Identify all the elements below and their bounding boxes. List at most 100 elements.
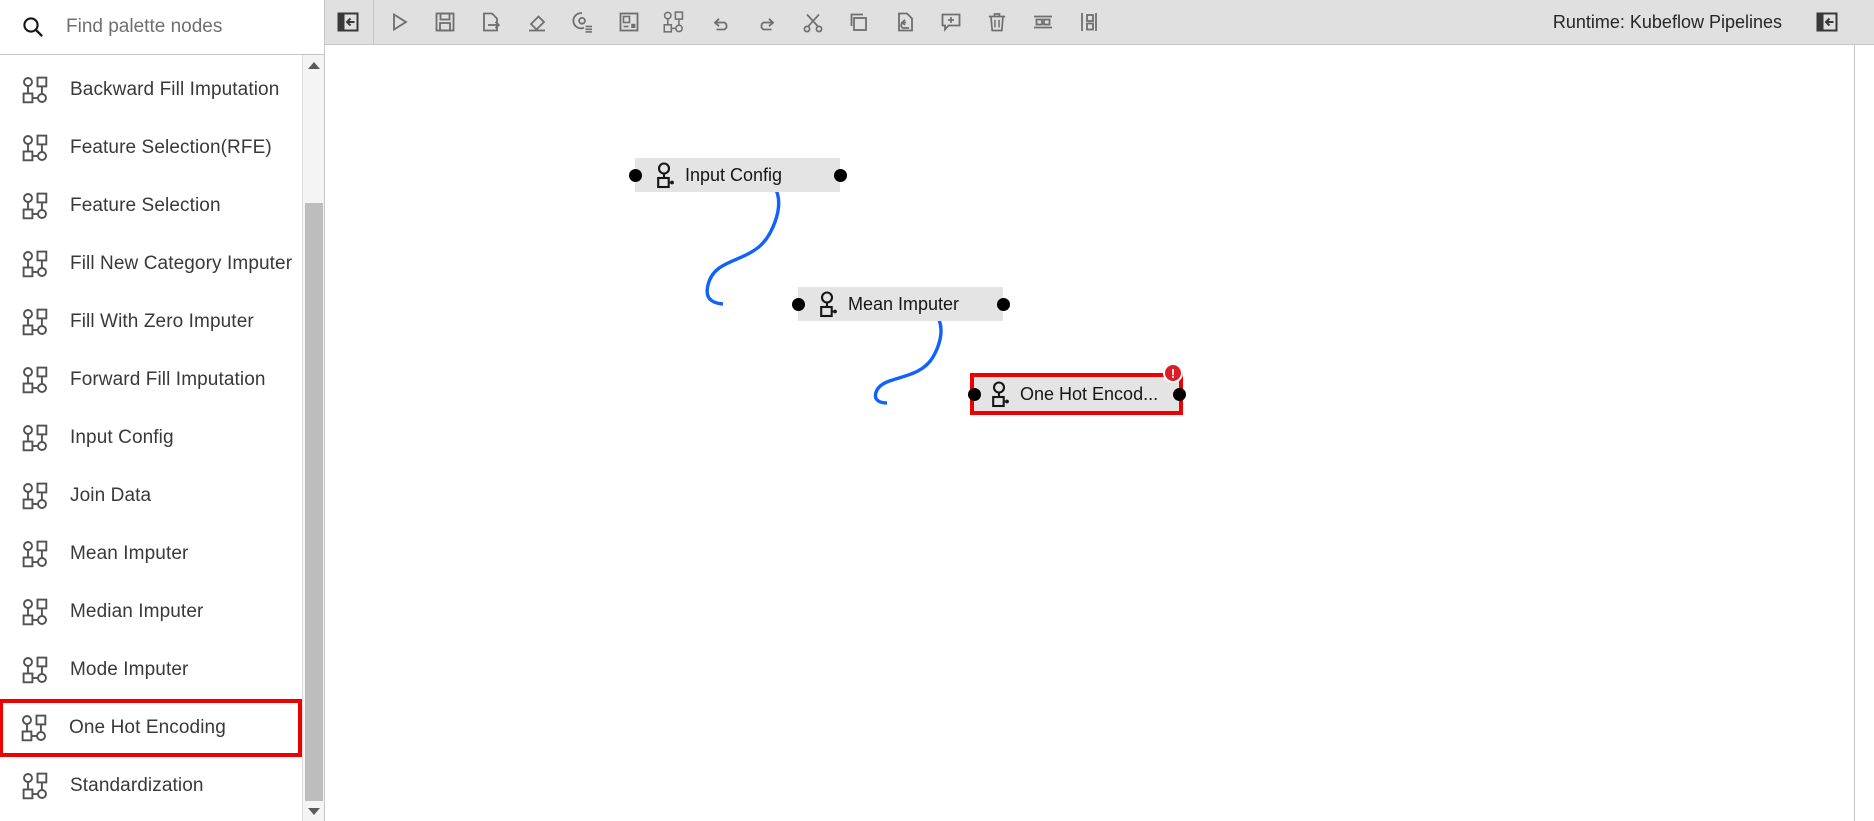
- node-person-icon: [816, 291, 838, 318]
- toolbar: Runtime: Kubeflow Pipelines: [325, 0, 1874, 45]
- palette-item-label: Forward Fill Imputation: [70, 369, 266, 391]
- add-node-button[interactable]: [652, 0, 698, 44]
- arrange-vertical-icon: [1077, 10, 1101, 34]
- node-input-port[interactable]: [967, 387, 981, 401]
- palette-item-label: Mean Imputer: [70, 543, 189, 565]
- arrange-horizontal-icon: [1031, 10, 1055, 34]
- triangle-up-icon: [308, 61, 320, 69]
- cut-button[interactable]: [790, 0, 836, 44]
- node-output-port[interactable]: [1172, 387, 1186, 401]
- arrange-vertical-button[interactable]: [1066, 0, 1112, 44]
- pipeline-canvas[interactable]: Input Config Mean Imputer One Hot Encod...…: [325, 45, 1874, 821]
- palette-item-fill-with-zero-imputer[interactable]: Fill With Zero Imputer: [0, 293, 303, 351]
- palette-item-label: Mode Imputer: [70, 659, 189, 681]
- scissors-icon: [801, 10, 825, 34]
- toggle-right-panel-button[interactable]: [1804, 0, 1850, 44]
- node-output-port[interactable]: [996, 297, 1010, 311]
- palette-item-label: Feature Selection(RFE): [70, 137, 272, 159]
- paste-icon: [893, 10, 917, 34]
- triangle-down-icon: [308, 807, 320, 815]
- palette-list-container: Backward Fill Imputation Feature Selectio…: [0, 55, 324, 821]
- palette-item-feature-selection[interactable]: Feature Selection: [0, 177, 303, 235]
- search-input[interactable]: [66, 12, 306, 42]
- toggle-palette-button[interactable]: [325, 0, 371, 44]
- clear-button[interactable]: [514, 0, 560, 44]
- paste-button[interactable]: [882, 0, 928, 44]
- scroll-down-button[interactable]: [303, 801, 324, 821]
- save-button[interactable]: [422, 0, 468, 44]
- canvas-node-label: One Hot Encod...: [1020, 383, 1159, 404]
- palette-node-icon: [22, 423, 52, 453]
- node-person-icon: [653, 162, 675, 189]
- pipeline-editor: Backward Fill Imputation Feature Selectio…: [0, 0, 1874, 821]
- redo-icon: [755, 10, 779, 34]
- run-button[interactable]: [376, 0, 422, 44]
- canvas-node-input-config[interactable]: Input Config: [628, 158, 847, 192]
- palette-node-icon: [22, 75, 52, 105]
- palette-node-icon: [22, 133, 52, 163]
- connection-links: [705, 173, 943, 405]
- properties-button[interactable]: [560, 0, 606, 44]
- palette-item-input-config[interactable]: Input Config: [0, 409, 303, 467]
- add-comment-button[interactable]: [606, 0, 652, 44]
- palette-node-icon: [22, 539, 52, 569]
- export-icon: [479, 10, 503, 34]
- link-input-config-to-mean-imputer: [705, 173, 781, 306]
- panel-open-icon: [336, 10, 360, 34]
- palette-item-one-hot-encoding[interactable]: One Hot Encoding: [0, 699, 302, 757]
- palette-search-row: [0, 0, 324, 55]
- palette-item-label: Standardization: [70, 775, 204, 797]
- arrange-horizontal-button[interactable]: [1020, 0, 1066, 44]
- canvas-node-mean-imputer[interactable]: Mean Imputer: [791, 287, 1010, 321]
- palette-item-mode-imputer[interactable]: Mode Imputer: [0, 641, 303, 699]
- palette-item-forward-fill-imputation[interactable]: Forward Fill Imputation: [0, 351, 303, 409]
- panel-open-icon: [1815, 10, 1839, 34]
- scroll-up-button[interactable]: [303, 55, 324, 75]
- palette-panel: Backward Fill Imputation Feature Selectio…: [0, 0, 325, 821]
- palette-item-backward-fill-imputation[interactable]: Backward Fill Imputation: [0, 61, 303, 119]
- palette-item-label: Fill New Category Imputer: [70, 253, 293, 275]
- palette-item-feature-selection-rfe[interactable]: Feature Selection(RFE): [0, 119, 303, 177]
- node-input-port[interactable]: [628, 168, 642, 182]
- palette-item-fill-new-category-imputer[interactable]: Fill New Category Imputer: [0, 235, 303, 293]
- palette-node-icon: [22, 771, 52, 801]
- toolbar-divider: [373, 0, 374, 44]
- scrollbar-thumb[interactable]: [305, 203, 323, 803]
- palette-node-icon: [22, 307, 52, 337]
- palette-item-label: Fill With Zero Imputer: [70, 311, 254, 333]
- palette-item-label: Input Config: [70, 427, 174, 449]
- palette-node-icon: [22, 655, 52, 685]
- export-button[interactable]: [468, 0, 514, 44]
- trash-icon: [985, 10, 1009, 34]
- node-output-port[interactable]: [833, 168, 847, 182]
- node-person-icon: [988, 381, 1010, 408]
- palette-item-standardization[interactable]: Standardization: [0, 757, 303, 815]
- palette-node-icon: [22, 481, 52, 511]
- canvas-node-label: Input Config: [685, 164, 783, 185]
- palette-item-label: Feature Selection: [70, 195, 221, 217]
- palette-item-median-imputer[interactable]: Median Imputer: [0, 583, 303, 641]
- palette-node-icon: [22, 249, 52, 279]
- save-icon: [433, 10, 457, 34]
- canvas-node-label: Mean Imputer: [848, 293, 960, 314]
- canvas-node-one-hot-encoding[interactable]: One Hot Encod...!: [967, 363, 1186, 415]
- delete-button[interactable]: [974, 0, 1020, 44]
- palette-item-label: One Hot Encoding: [69, 717, 226, 739]
- palette-node-icon: [22, 365, 52, 395]
- palette-node-icon: [21, 713, 51, 743]
- editor-main: Runtime: Kubeflow Pipelines Input Config…: [325, 0, 1874, 821]
- palette-node-icon: [22, 597, 52, 627]
- palette-item-mean-imputer[interactable]: Mean Imputer: [0, 525, 303, 583]
- palette-scrollbar[interactable]: [302, 55, 324, 821]
- palette-item-label: Join Data: [70, 485, 152, 507]
- add-panel-icon: [617, 10, 641, 34]
- copy-button[interactable]: [836, 0, 882, 44]
- node-input-port[interactable]: [791, 297, 805, 311]
- eraser-icon: [525, 10, 549, 34]
- error-badge[interactable]: !: [1163, 363, 1183, 383]
- redo-button[interactable]: [744, 0, 790, 44]
- palette-item-join-data[interactable]: Join Data: [0, 467, 303, 525]
- comment-button[interactable]: [928, 0, 974, 44]
- copy-icon: [847, 10, 871, 34]
- undo-button[interactable]: [698, 0, 744, 44]
